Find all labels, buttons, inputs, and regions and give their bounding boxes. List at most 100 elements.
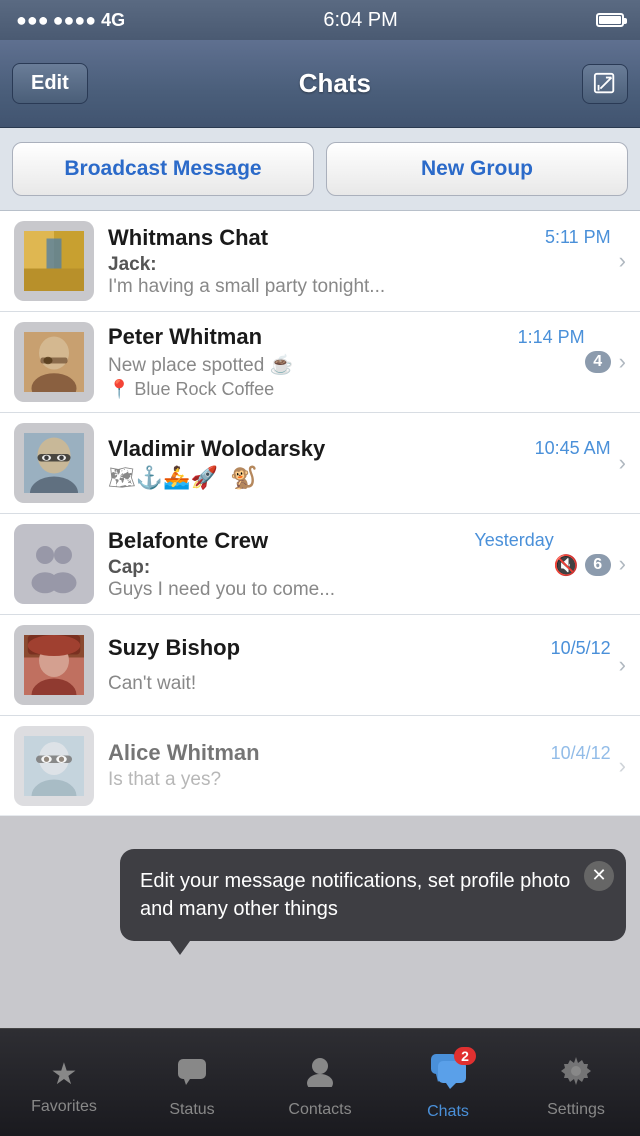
suzy-avatar-image (24, 635, 84, 695)
chat-preview-alice: Is that a yes? (108, 769, 611, 791)
chat-header-peter: Peter Whitman 1:14 PM (108, 324, 585, 350)
chat-list: Whitmans Chat 5:11 PM Jack: I'm having a… (0, 211, 640, 816)
chevron-icon-suzy: › (619, 652, 626, 678)
chat-item-vladimir[interactable]: Vladimir Wolodarsky 10:45 AM 🗺⚓🚣🚀 🐒 › (0, 413, 640, 514)
tab-label-contacts: Contacts (288, 1101, 351, 1119)
chevron-icon-vladimir: › (619, 450, 626, 476)
action-buttons-row: Broadcast Message New Group (0, 128, 640, 211)
tab-favorites[interactable]: ★ Favorites (0, 1049, 128, 1116)
new-group-button[interactable]: New Group (326, 142, 628, 196)
compose-button[interactable] (582, 64, 628, 104)
status-bubble-icon (176, 1055, 208, 1087)
badge-peter: 4 (585, 351, 611, 373)
vladimir-avatar-image (24, 433, 84, 493)
contacts-icon (304, 1055, 336, 1095)
chat-sender-whitmans: Jack: (108, 254, 611, 276)
chat-header-belafonte: Belafonte Crew Yesterday (108, 528, 554, 554)
chat-name-suzy: Suzy Bishop (108, 635, 240, 661)
nav-bar: Edit Chats (0, 40, 640, 128)
chat-name-alice: Alice Whitman (108, 740, 260, 766)
tab-chats[interactable]: 2 Chats (384, 1045, 512, 1121)
alice-avatar-image (24, 736, 84, 796)
chat-preview-peter: New place spotted ☕ (108, 353, 585, 377)
nav-title: Chats (299, 68, 371, 99)
chat-preview-vladimir: 🗺⚓🚣🚀 🐒 (108, 465, 611, 491)
whitmans-avatar-image (24, 231, 84, 291)
tab-contacts[interactable]: Contacts (256, 1047, 384, 1119)
tab-label-chats: Chats (427, 1103, 469, 1121)
tab-label-settings: Settings (547, 1101, 605, 1119)
chat-content-suzy: Suzy Bishop 10/5/12 Can't wait! (108, 635, 611, 695)
chat-time-suzy: 10/5/12 (551, 638, 611, 659)
avatar-vladimir (14, 423, 94, 503)
chevron-icon-alice: › (619, 753, 626, 779)
status-icon (176, 1055, 208, 1095)
tooltip-popup: Edit your message notifications, set pro… (120, 849, 626, 941)
avatar-whitmans (14, 221, 94, 301)
chat-item-whitmans[interactable]: Whitmans Chat 5:11 PM Jack: I'm having a… (0, 211, 640, 312)
chat-name-vladimir: Vladimir Wolodarsky (108, 436, 325, 462)
favorites-icon: ★ (51, 1057, 78, 1092)
chat-item-belafonte[interactable]: Belafonte Crew Yesterday Cap: Guys I nee… (0, 514, 640, 615)
avatar-alice (14, 726, 94, 806)
clock: 6:04 PM (323, 9, 397, 32)
chat-name-whitmans: Whitmans Chat (108, 225, 268, 251)
chat-preview-suzy: Can't wait! (108, 673, 611, 695)
chevron-icon-belafonte: › (619, 551, 626, 577)
chat-item-alice[interactable]: Alice Whitman 10/4/12 Is that a yes? › (0, 716, 640, 816)
chat-item-peter[interactable]: Peter Whitman 1:14 PM New place spotted … (0, 312, 640, 413)
tab-bar: ★ Favorites Status Contacts (0, 1028, 640, 1136)
avatar-peter (14, 322, 94, 402)
tooltip-close-button[interactable]: ✕ (584, 861, 614, 891)
chat-content-whitmans: Whitmans Chat 5:11 PM Jack: I'm having a… (108, 225, 611, 298)
chat-name-peter: Peter Whitman (108, 324, 262, 350)
chat-content-vladimir: Vladimir Wolodarsky 10:45 AM 🗺⚓🚣🚀 🐒 (108, 436, 611, 491)
battery-indicator (596, 13, 624, 27)
chat-time-belafonte: Yesterday (474, 530, 553, 551)
battery-icon (596, 13, 624, 27)
chat-header-vladimir: Vladimir Wolodarsky 10:45 AM (108, 436, 611, 462)
badge-belafonte: 6 (585, 554, 611, 576)
chat-time-whitmans: 5:11 PM (545, 227, 611, 248)
chat-time-alice: 10/4/12 (551, 743, 611, 764)
signal-bars: ●●● (16, 10, 49, 31)
belafonte-avatar-image (24, 534, 84, 594)
chat-sub-peter: 📍 Blue Rock Coffee (108, 379, 585, 400)
badge-row-belafonte: 🔇 6 (554, 553, 611, 578)
edit-button[interactable]: Edit (12, 63, 88, 104)
tab-settings[interactable]: Settings (512, 1047, 640, 1119)
chat-sender-belafonte: Cap: (108, 557, 554, 579)
person-icon (304, 1055, 336, 1087)
network-type: ●●●● 4G (53, 10, 126, 31)
signal-indicator: ●●● ●●●● 4G (16, 10, 125, 31)
gear-icon (560, 1055, 592, 1087)
chat-time-peter: 1:14 PM (518, 327, 585, 348)
compose-icon (593, 71, 617, 97)
chat-header-whitmans: Whitmans Chat 5:11 PM (108, 225, 611, 251)
chat-content-peter: Peter Whitman 1:14 PM New place spotted … (108, 324, 585, 400)
chats-badge: 2 (454, 1047, 476, 1065)
chat-name-belafonte: Belafonte Crew (108, 528, 268, 554)
tab-label-status: Status (169, 1101, 214, 1119)
chat-time-vladimir: 10:45 AM (535, 438, 611, 459)
chat-item-suzy[interactable]: Suzy Bishop 10/5/12 Can't wait! › (0, 615, 640, 716)
broadcast-message-button[interactable]: Broadcast Message (12, 142, 314, 196)
avatar-suzy (14, 625, 94, 705)
chat-content-belafonte: Belafonte Crew Yesterday Cap: Guys I nee… (108, 528, 554, 601)
chat-preview-belafonte: Guys I need you to come... (108, 579, 554, 601)
peter-avatar-image (24, 332, 84, 392)
tab-status[interactable]: Status (128, 1047, 256, 1119)
mute-icon-belafonte: 🔇 (554, 553, 579, 578)
tab-label-favorites: Favorites (31, 1098, 97, 1116)
pin-icon-peter: 📍 (108, 379, 130, 400)
chat-preview-whitmans: I'm having a small party tonight... (108, 276, 611, 298)
chat-content-alice: Alice Whitman 10/4/12 Is that a yes? (108, 740, 611, 791)
chat-header-suzy: Suzy Bishop 10/5/12 (108, 635, 611, 661)
chevron-icon-whitmans: › (619, 248, 626, 274)
chats-icon: 2 (430, 1053, 466, 1097)
settings-icon (560, 1055, 592, 1095)
chat-header-alice: Alice Whitman 10/4/12 (108, 740, 611, 766)
status-bar: ●●● ●●●● 4G 6:04 PM (0, 0, 640, 40)
chevron-icon-peter: › (619, 349, 626, 375)
avatar-belafonte (14, 524, 94, 604)
